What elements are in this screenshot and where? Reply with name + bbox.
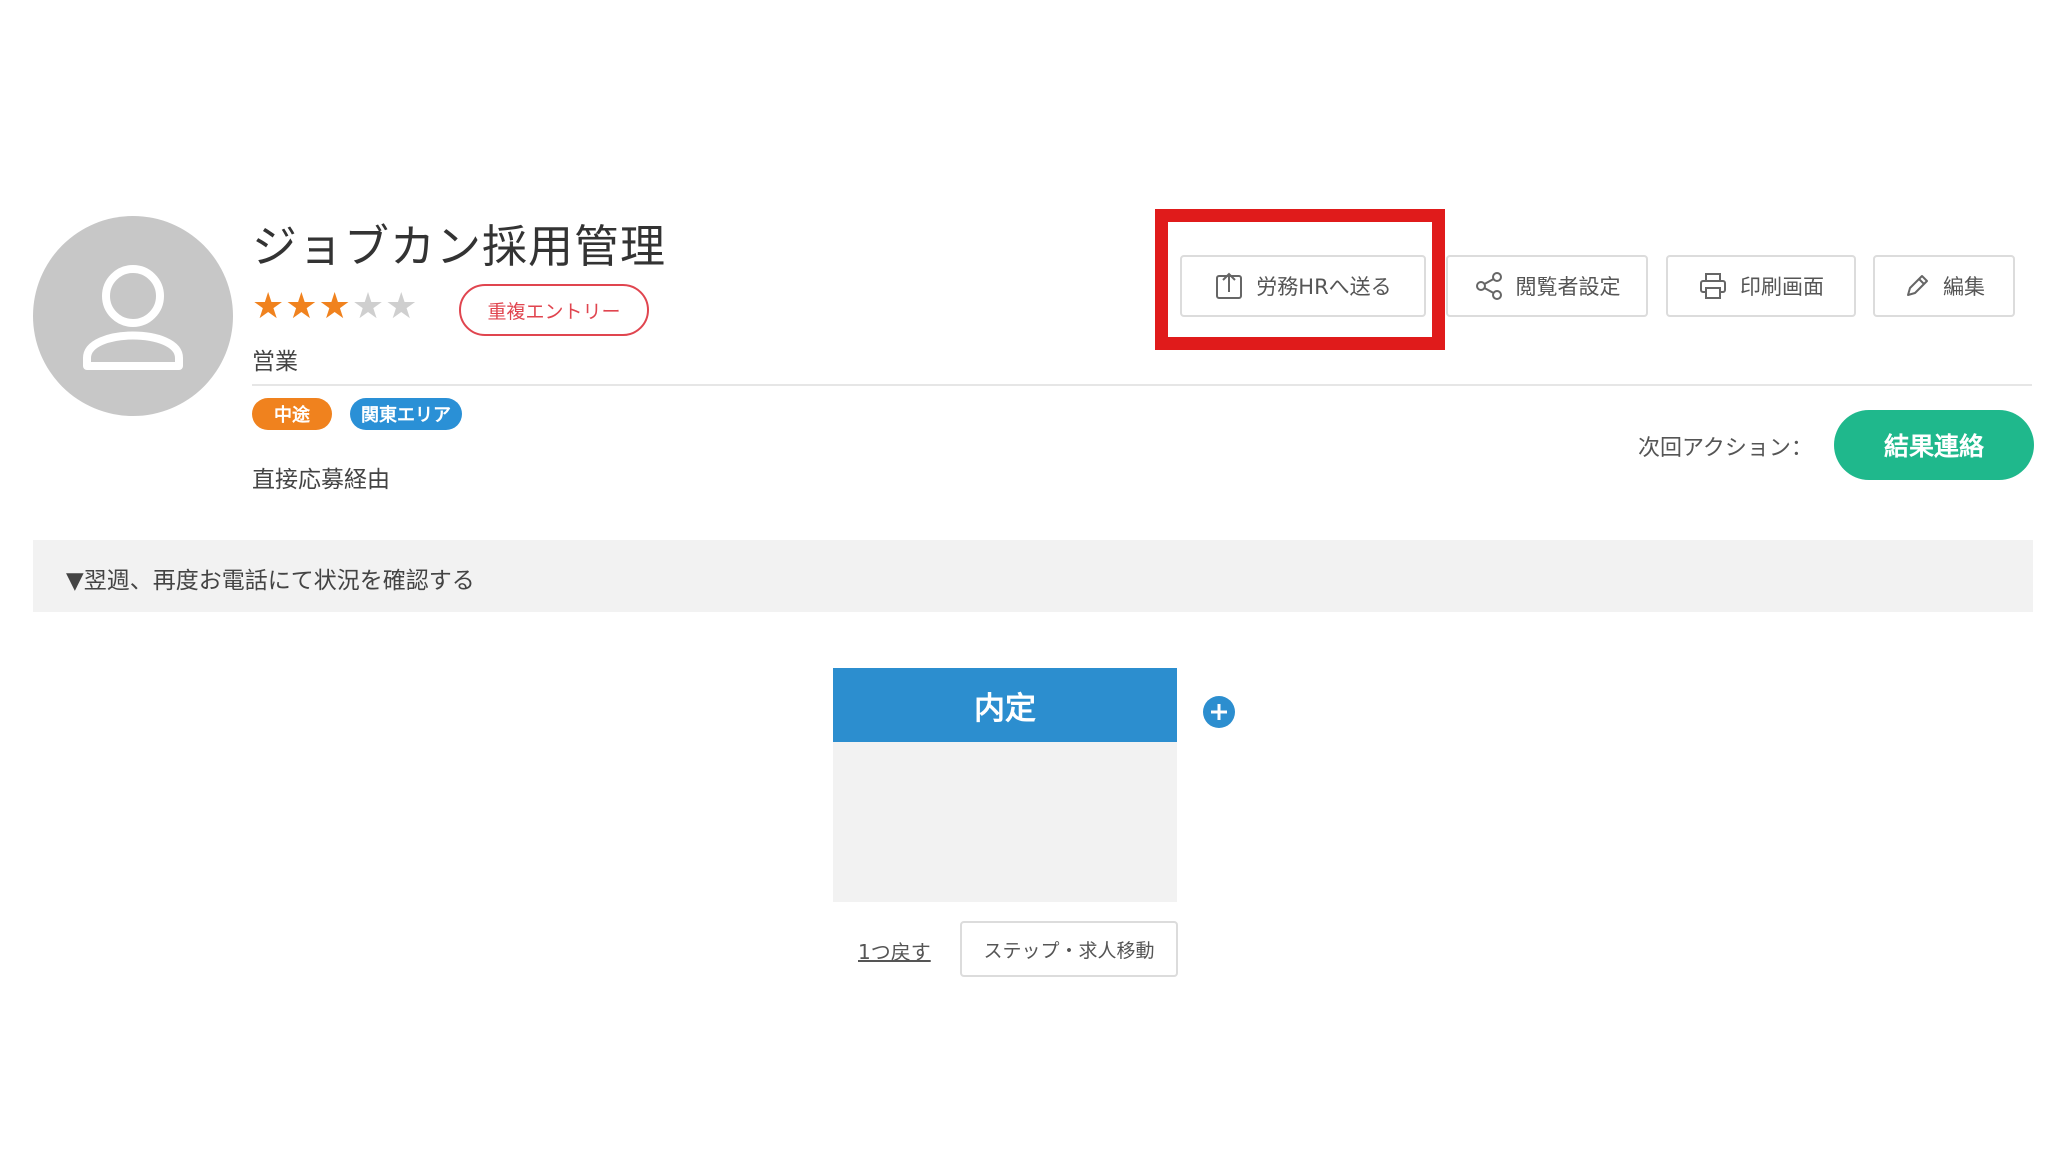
undo-step-link[interactable]: 1つ戻す	[858, 936, 931, 965]
memo-text: ▼翌週、再度お電話にて状況を確認する	[66, 568, 475, 594]
tag-kanto-area: 関東エリア	[350, 398, 462, 430]
pencil-icon	[1907, 275, 1928, 296]
user-silhouette-icon	[83, 265, 183, 370]
tag-midcareer: 中途	[252, 398, 332, 430]
header-divider	[252, 384, 2032, 386]
print-label: 印刷画面	[1740, 275, 1824, 299]
stage-title: 内定	[833, 668, 1177, 742]
stage-card-body	[833, 742, 1177, 902]
rating-stars[interactable]: ★★★★★	[252, 286, 418, 327]
annotation-highlight-box	[1155, 209, 1445, 350]
candidate-avatar	[33, 216, 233, 416]
duplicate-entry-badge[interactable]: 重複エントリー	[459, 284, 649, 336]
rating-filled-stars: ★★★	[252, 286, 352, 327]
next-action-label: 次回アクション：	[1638, 436, 1813, 461]
rating-empty-stars: ★★	[351, 286, 419, 327]
result-contact-button[interactable]: 結果連絡	[1834, 410, 2034, 480]
plus-circle-icon	[1211, 704, 1227, 720]
add-stage-button[interactable]	[1203, 696, 1235, 728]
viewer-label: 閲覧者設定	[1515, 275, 1621, 299]
print-screen-button[interactable]: 印刷画面	[1666, 255, 1856, 317]
edit-button[interactable]: 編集	[1873, 255, 2015, 317]
share-icon	[1475, 272, 1502, 300]
candidate-department: 営業	[252, 349, 298, 375]
viewer-settings-button[interactable]: 閲覧者設定	[1446, 255, 1648, 317]
application-source: 直接応募経由	[252, 467, 390, 493]
printer-icon	[1700, 273, 1726, 299]
move-step-button[interactable]: ステップ・求人移動	[960, 921, 1178, 977]
edit-label: 編集	[1943, 275, 1985, 299]
candidate-name: ジョブカン採用管理	[252, 220, 667, 273]
